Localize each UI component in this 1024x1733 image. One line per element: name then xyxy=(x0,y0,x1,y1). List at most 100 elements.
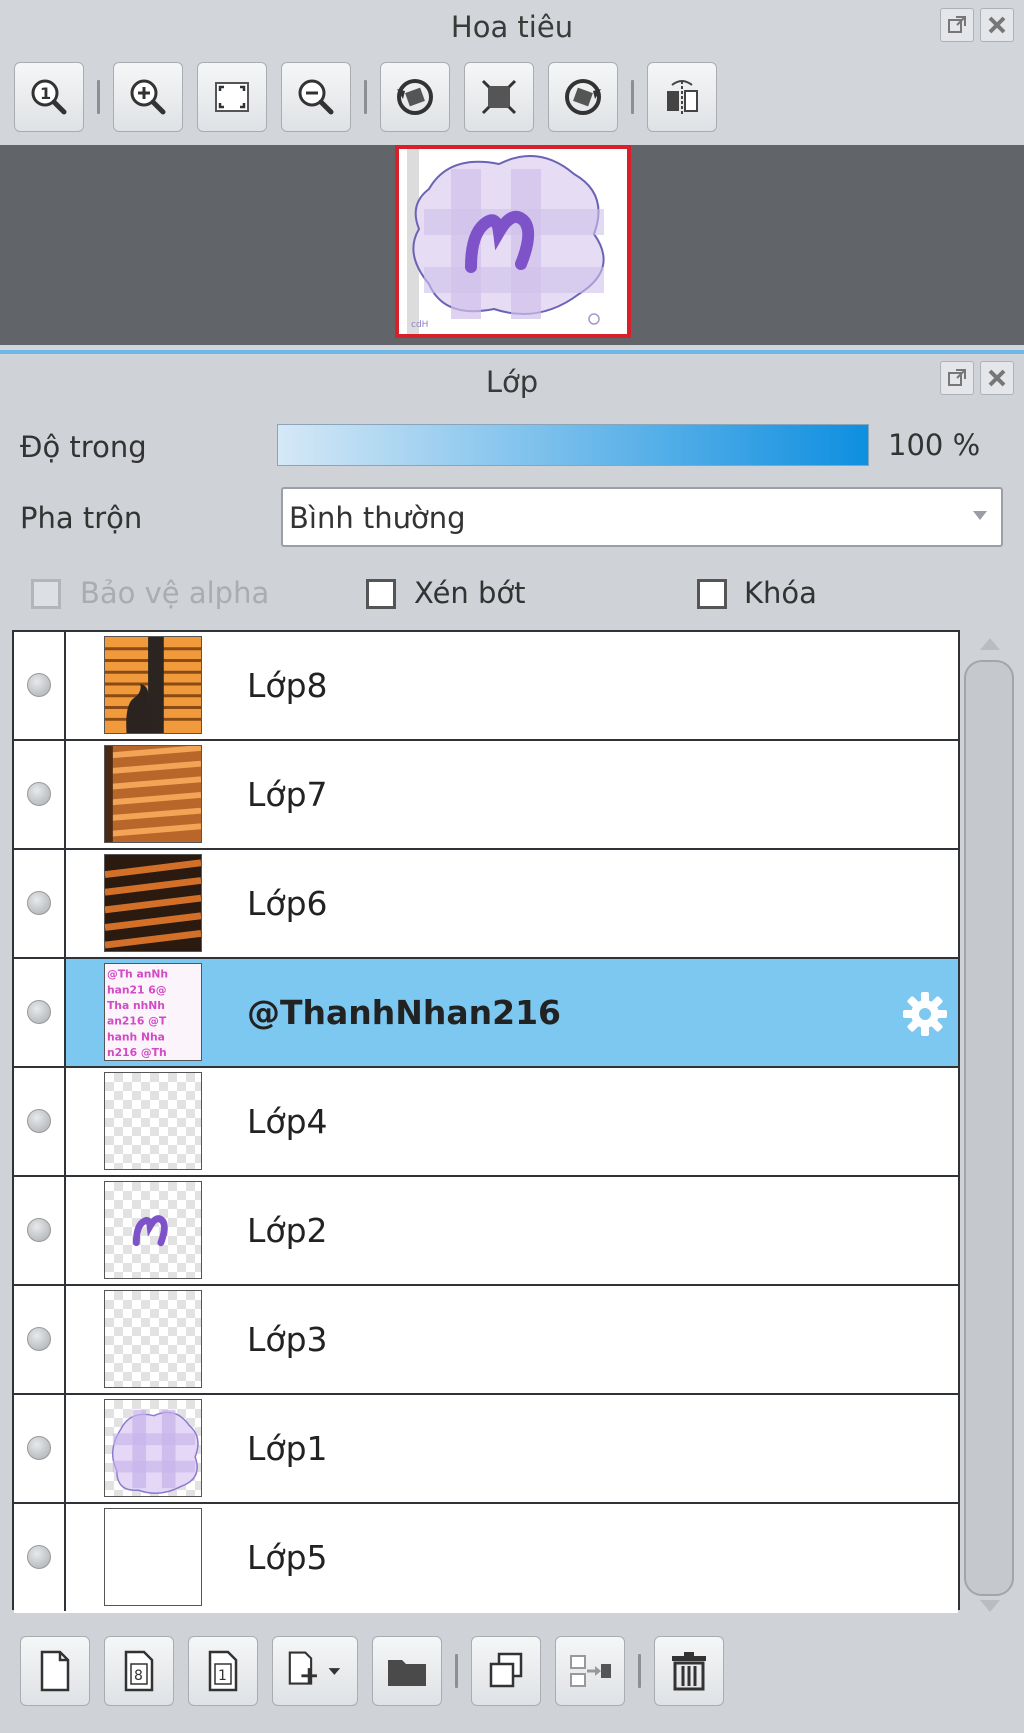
svg-text:han21 6@: han21 6@ xyxy=(107,983,167,996)
delete-layer-button[interactable] xyxy=(654,1636,724,1706)
layer-row[interactable]: Lớp1 xyxy=(14,1395,958,1504)
rotate-left-button[interactable] xyxy=(380,62,450,132)
blend-mode-value: Bình thường xyxy=(289,501,466,535)
toolbar-separator xyxy=(631,80,634,114)
svg-text:an216 @T: an216 @T xyxy=(107,1015,167,1028)
gear-icon[interactable] xyxy=(900,989,950,1039)
duplicate-layer-icon xyxy=(489,1652,523,1688)
navigator-panel: Hoa tiêu 1 cdH xyxy=(0,0,1024,355)
layer-visibility-toggle[interactable] xyxy=(14,1504,66,1611)
layer-row[interactable]: Lớp3 xyxy=(14,1286,958,1395)
layer-visibility-toggle[interactable] xyxy=(14,1286,66,1393)
opacity-value: 100 % xyxy=(888,428,981,462)
protect-alpha-checkbox[interactable] xyxy=(31,579,61,609)
layer-row[interactable]: Lớp2 xyxy=(14,1177,958,1286)
zoom-out-icon xyxy=(298,79,334,115)
lock-label: Khóa xyxy=(744,576,817,610)
layers-close-button[interactable] xyxy=(980,361,1014,395)
flip-horizontal-button[interactable] xyxy=(647,62,717,132)
layers-title: Lớp xyxy=(485,365,539,399)
navigator-title: Hoa tiêu xyxy=(450,10,574,44)
new-8bit-layer-icon: 8 xyxy=(124,1650,154,1692)
rotate-right-icon xyxy=(565,79,601,115)
layers-popout-button[interactable] xyxy=(940,361,974,395)
fit-screen-button[interactable] xyxy=(197,62,267,132)
clipping-checkbox[interactable] xyxy=(366,579,396,609)
add-layer-menu-button[interactable] xyxy=(272,1636,358,1706)
reset-view-button[interactable] xyxy=(464,62,534,132)
window-blinds-silhouette-icon xyxy=(105,637,201,733)
navigator-close-button[interactable] xyxy=(980,8,1014,42)
navigator-popout-button[interactable] xyxy=(940,8,974,42)
new-layer-button[interactable] xyxy=(20,1636,90,1706)
protect-alpha-label: Bảo vệ alpha xyxy=(80,576,270,610)
merge-down-button[interactable] xyxy=(555,1636,625,1706)
layer-visibility-toggle[interactable] xyxy=(14,959,66,1066)
clipping-label: Xén bớt xyxy=(414,576,526,610)
close-icon xyxy=(988,369,1006,387)
zoom-actual-button[interactable]: 1 xyxy=(14,62,84,132)
layer-row[interactable]: Lớp4 xyxy=(14,1068,958,1177)
visibility-dot-icon xyxy=(27,1109,51,1133)
layer-thumbnail xyxy=(104,1290,202,1388)
lavender-cloud-icon xyxy=(111,1409,199,1494)
layer-row[interactable]: Lớp5 xyxy=(14,1504,958,1613)
rotate-right-button[interactable] xyxy=(548,62,618,132)
layer-row[interactable]: Lớp7 xyxy=(14,741,958,850)
toolbar-separator xyxy=(364,80,367,114)
layer-name: Lớp7 xyxy=(247,775,328,814)
new-1bit-layer-button[interactable]: 1 xyxy=(188,1636,258,1706)
opacity-slider[interactable] xyxy=(277,424,869,466)
layers-bottom-toolbar: 8 1 xyxy=(20,1636,724,1706)
svg-text:1: 1 xyxy=(40,84,51,103)
window-blinds-shadow-icon xyxy=(105,746,201,842)
new-8bit-layer-button[interactable]: 8 xyxy=(104,1636,174,1706)
layer-row[interactable]: Lớp6 xyxy=(14,850,958,959)
zoom-in-icon xyxy=(130,79,166,115)
scroll-down-arrow-icon[interactable] xyxy=(980,1600,1000,1612)
layer-visibility-toggle[interactable] xyxy=(14,632,66,739)
flip-horizontal-icon xyxy=(667,80,698,115)
new-folder-button[interactable] xyxy=(372,1636,442,1706)
duplicate-layer-button[interactable] xyxy=(471,1636,541,1706)
zoom-in-button[interactable] xyxy=(113,62,183,132)
svg-text:1: 1 xyxy=(218,1668,227,1684)
rotate-left-icon xyxy=(397,79,433,115)
layer-visibility-toggle[interactable] xyxy=(14,1068,66,1175)
visibility-dot-icon xyxy=(27,891,51,915)
add-layer-menu-icon xyxy=(288,1651,341,1685)
purple-n-logo-icon xyxy=(132,1215,168,1247)
layer-row-selected[interactable]: @Th anNh han21 6@ Tha nhNh an216 @T hanh Nha… xyxy=(14,959,958,1068)
scroll-up-arrow-icon[interactable] xyxy=(980,638,1000,650)
popout-icon xyxy=(948,16,966,33)
layer-name: Lớp6 xyxy=(247,884,328,923)
visibility-dot-icon xyxy=(27,1218,51,1242)
navigator-preview-area[interactable]: cdH xyxy=(0,145,1024,345)
new-1bit-layer-icon: 1 xyxy=(208,1650,238,1692)
layer-row[interactable]: Lớp8 xyxy=(14,632,958,741)
layer-list: Lớp8 Lớp7 Lớp6 @Th anNh han21 6@ Tha nhN… xyxy=(12,630,960,1613)
toolbar-separator xyxy=(455,1654,458,1688)
navigator-toolbar: 1 xyxy=(14,62,717,132)
panel-divider xyxy=(0,350,1024,354)
blend-mode-label: Pha trộn xyxy=(20,501,143,535)
visibility-dot-icon xyxy=(27,782,51,806)
layer-list-scrollbar[interactable] xyxy=(962,630,1016,1620)
svg-text:Tha nhNh: Tha nhNh xyxy=(107,999,165,1012)
scrollbar-thumb[interactable] xyxy=(964,660,1014,1596)
zoom-out-button[interactable] xyxy=(281,62,351,132)
layer-visibility-toggle[interactable] xyxy=(14,1177,66,1284)
merge-down-icon xyxy=(570,1655,611,1687)
visibility-dot-icon xyxy=(27,673,51,697)
layer-visibility-toggle[interactable] xyxy=(14,1395,66,1502)
layer-visibility-toggle[interactable] xyxy=(14,850,66,957)
lock-checkbox[interactable] xyxy=(697,579,727,609)
trash-icon xyxy=(672,1652,706,1691)
visibility-dot-icon xyxy=(27,1545,51,1569)
blend-mode-select[interactable]: Bình thường xyxy=(281,487,1003,547)
new-folder-icon xyxy=(388,1660,426,1686)
layer-name: @ThanhNhan216 xyxy=(247,993,562,1032)
navigator-view-frame[interactable]: cdH xyxy=(395,145,631,338)
svg-text:cdH: cdH xyxy=(411,320,428,330)
layer-visibility-toggle[interactable] xyxy=(14,741,66,848)
